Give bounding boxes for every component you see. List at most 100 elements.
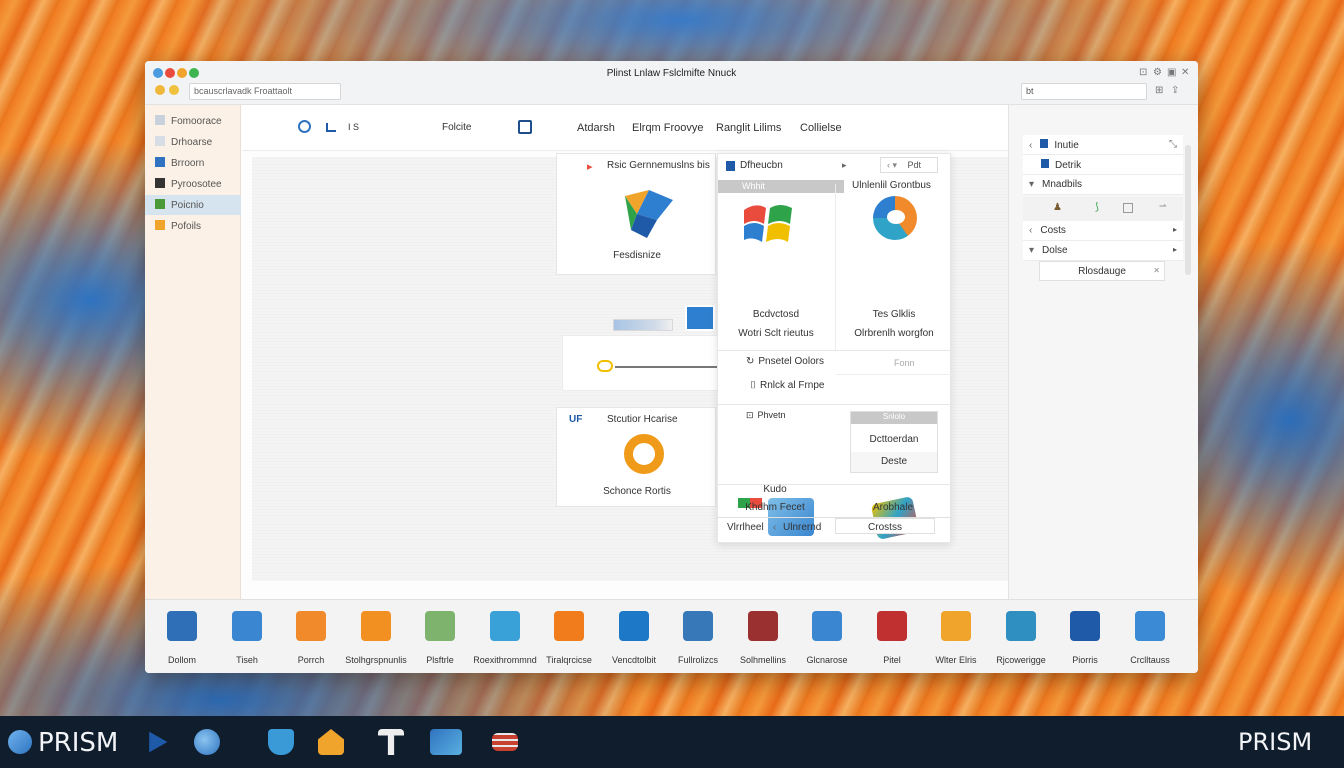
dock-item[interactable]: Roexithrommnd [470, 607, 540, 667]
share-icon[interactable]: ⇪ [1171, 85, 1179, 96]
sidebar-item-fomoorace[interactable]: Fomoorace [151, 111, 241, 131]
document-icon [167, 611, 197, 641]
panel-row-costs[interactable]: ‹ Costs ▸ [1023, 221, 1183, 241]
chevron-left-icon: ‹ [1029, 225, 1033, 236]
footer-mid[interactable]: Ulnrernd [783, 522, 821, 533]
toolbar-item-ranglit[interactable]: Ranglit Lilims [716, 122, 781, 134]
sub-menu-item[interactable]: Deste [851, 452, 937, 467]
dropdown-header: Dfheucbn [740, 160, 783, 171]
play-icon[interactable] [149, 731, 168, 753]
app-card-schonce-rortis[interactable]: UF Stcutior Hcarise Schonce Rortis [556, 407, 716, 507]
back-dot[interactable] [155, 85, 165, 95]
dock-item[interactable]: Vencdtolbit [599, 607, 669, 667]
toolbar-item-collielse[interactable]: Collielse [800, 122, 842, 134]
footer-right[interactable]: Crostss [835, 518, 935, 534]
sub-menu[interactable]: Snlolo Dcttoerdan Deste [850, 411, 938, 473]
toolbar-item-elrqm[interactable]: Elrqm Froovye [632, 122, 704, 134]
grid-icon [155, 115, 165, 125]
app1-desc: Wotri Sclt rieutus [738, 328, 814, 339]
toolbar-item-atdarsh[interactable]: Atdarsh [577, 122, 615, 134]
dock-item[interactable]: Dollom [147, 607, 217, 667]
dock-item[interactable]: Tiralqrcicse [534, 607, 604, 667]
window-icon[interactable] [430, 729, 462, 755]
pin-icon[interactable]: ♟ [1053, 202, 1062, 213]
sidebar-item-poicnio[interactable]: Poicnio [145, 195, 241, 215]
document-icon [1040, 139, 1049, 148]
properties-panel: ‹ Inutie ⤡ Detrik ▾ Mnadbils ♟ ⟆ ⇀ ‹ Costs … [1008, 105, 1198, 599]
panel-row-label: Mnadbils [1042, 179, 1083, 190]
sidebar-item-pofoils[interactable]: Pofoils [151, 216, 241, 236]
sidebar-item-label: Fomoorace [171, 116, 222, 127]
dock-item[interactable]: Pitel [857, 607, 927, 667]
pen-icon [812, 611, 842, 641]
close-icon[interactable]: ✕ [1181, 67, 1189, 78]
panel-row-detrik[interactable]: Detrik [1023, 155, 1183, 175]
app-card-fesdisnize[interactable]: ▸ Rsic Gernnemuslns bis Fesdisnize [556, 153, 716, 275]
palette-icon[interactable]: ⟆ [1095, 202, 1099, 213]
frame-icon[interactable] [518, 120, 532, 134]
close-icon[interactable]: ✕ [1153, 266, 1160, 275]
footer-left[interactable]: Vlrrlheel [727, 522, 764, 533]
search-field[interactable]: bt [1021, 83, 1147, 100]
panel-row-mnadbils[interactable]: ▾ Mnadbils [1023, 175, 1183, 195]
home-icon[interactable] [318, 729, 344, 755]
address-field[interactable]: bcauscrlavadk Froattaolt [189, 83, 341, 100]
map-icon [425, 611, 455, 641]
option-item[interactable]: ↻ Pnsetel Oolors [746, 356, 824, 367]
pin-icon[interactable] [378, 729, 404, 755]
chevron-right-icon[interactable]: ▸ [842, 160, 847, 171]
panel-row-inutie[interactable]: ‹ Inutie ⤡ [1023, 135, 1183, 155]
dock-item[interactable]: Stolhgrspnunlis [341, 607, 411, 667]
dock-item[interactable]: Plsftrle [405, 607, 475, 667]
dock-item[interactable]: Porrch [276, 607, 346, 667]
divider [718, 404, 952, 405]
frame-icon[interactable] [1123, 203, 1133, 213]
swirl-icon [1006, 611, 1036, 641]
dock-item[interactable]: Fullrolizcs [663, 607, 733, 667]
panel-row-dolse[interactable]: ▾ Dolse ▸ [1023, 241, 1183, 261]
chevron-right-icon[interactable]: ▸ [1173, 245, 1177, 254]
photo-icon [155, 199, 165, 209]
scrollbar[interactable] [1185, 145, 1191, 275]
option-item[interactable]: ⌷ Rnlck al Frnpe [750, 380, 824, 391]
arrow-icon[interactable]: ⇀ [1159, 201, 1167, 212]
card-label: Schonce Rortis [603, 486, 671, 497]
shield-icon[interactable] [268, 729, 294, 755]
chart-icon[interactable] [326, 123, 336, 132]
dock-item[interactable]: Tiseh [212, 607, 282, 667]
globe-icon[interactable] [298, 120, 311, 133]
toolbar-item-folcite[interactable]: Folcite [442, 122, 471, 133]
dock-item[interactable]: Piorris [1050, 607, 1120, 667]
gear-icon[interactable]: ⚙ [1153, 67, 1162, 78]
dock-item[interactable]: Crclltauss [1115, 607, 1185, 667]
frame-icon: ⊡ [746, 410, 754, 420]
sidebar-item-pyroosotee[interactable]: Pyroosotee [151, 174, 241, 194]
dock-item[interactable]: Wlter Elris [921, 607, 991, 667]
refresh-icon: ↻ [746, 356, 755, 367]
dropdown-footer: Vlrrlheel ‹ Ulnrernd Crostss [717, 517, 951, 535]
sidebar-item-drhoarse[interactable]: Drhoarse [151, 132, 241, 152]
grid-icon[interactable]: ⊞ [1155, 85, 1163, 96]
chevron-right-icon[interactable]: ▸ [1173, 225, 1177, 234]
collapse-icon[interactable]: ⤡ [1169, 139, 1177, 150]
dock-item[interactable]: Glcnarose [792, 607, 862, 667]
window-icon[interactable]: ▣ [1167, 67, 1176, 78]
chevron-left-icon[interactable]: ‹ [773, 522, 776, 533]
panel-row-rlosdauge[interactable]: Rlosdauge ✕ [1039, 261, 1165, 281]
sub-menu-item[interactable]: Dcttoerdan [851, 424, 937, 452]
forward-dot[interactable] [169, 85, 179, 95]
option-selector[interactable]: ‹ ▾ Pdt [880, 157, 938, 173]
sidebar-item-brroorn[interactable]: Brroorn [151, 153, 241, 173]
slider-line[interactable] [615, 366, 721, 368]
toggle-icon[interactable] [597, 360, 613, 372]
dock-item[interactable]: Solhmellins [728, 607, 798, 667]
divider [836, 374, 952, 375]
globe-icon[interactable] [194, 729, 220, 755]
stack-icon[interactable] [492, 733, 518, 751]
prism-logo-icon[interactable] [8, 730, 32, 754]
option-item[interactable]: ⊡ Phvetn [746, 410, 786, 421]
settings-icon[interactable]: ⊡ [1139, 67, 1147, 78]
selected-row[interactable]: Whhit [718, 180, 844, 193]
dock-item[interactable]: Rjcowerigge [986, 607, 1056, 667]
puzzle-icon [232, 611, 262, 641]
